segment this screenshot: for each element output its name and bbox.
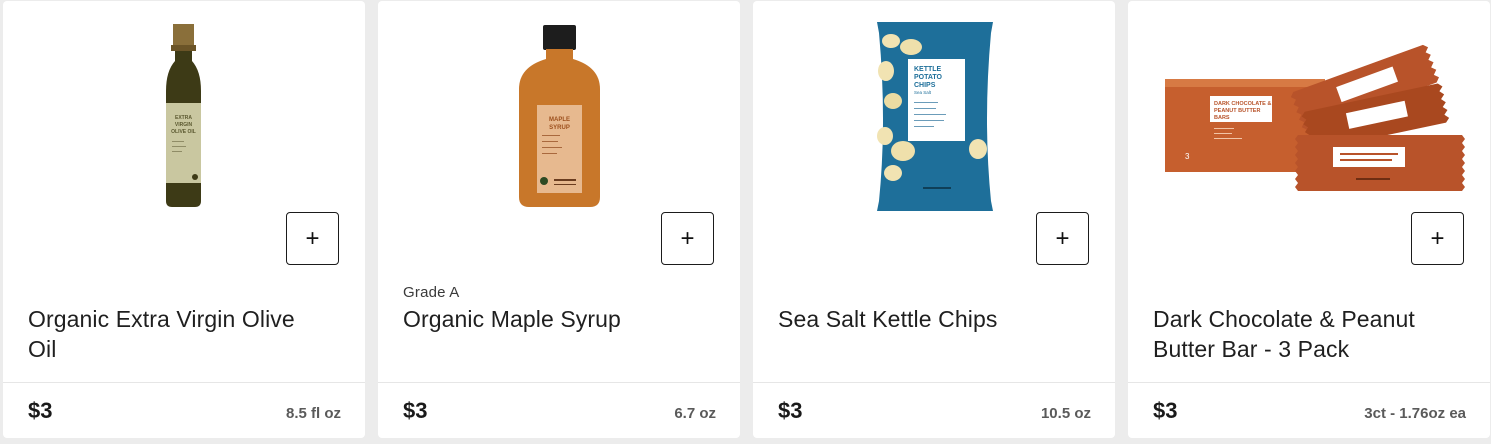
bar-label-line-1: DARK CHOCOLATE &: [1214, 101, 1271, 107]
product-card[interactable]: EXTRA VIRGIN OLIVE OIL + Organic Extra V…: [3, 1, 365, 438]
product-image[interactable]: MAPLE SYRUP: [378, 1, 740, 226]
product-price: $3: [28, 398, 53, 423]
card-divider: [378, 382, 740, 383]
chips-bag-icon: KETTLE POTATO CHIPS Sea Salt: [877, 22, 993, 211]
product-image[interactable]: EXTRA VIRGIN OLIVE OIL: [3, 1, 365, 226]
product-grid: EXTRA VIRGIN OLIVE OIL + Organic Extra V…: [3, 1, 1490, 438]
product-name[interactable]: Dark Chocolate & Peanut Butter Bar - 3 P…: [1153, 304, 1453, 364]
chips-label-line-1: KETTLE: [914, 66, 942, 73]
snack-bar-box-icon: DARK CHOCOLATE & PEANUT BUTTER BARS 3: [1165, 44, 1465, 191]
add-to-cart-button[interactable]: +: [1036, 212, 1089, 265]
product-image[interactable]: KETTLE POTATO CHIPS Sea Salt: [753, 1, 1115, 226]
card-divider: [3, 382, 365, 383]
card-divider: [753, 382, 1115, 383]
product-name[interactable]: Sea Salt Kettle Chips: [778, 304, 1078, 334]
product-size: 3ct - 1.76oz ea: [1364, 405, 1466, 422]
product-name[interactable]: Organic Maple Syrup: [403, 304, 703, 334]
box-count-label: 3: [1185, 152, 1190, 161]
product-image[interactable]: DARK CHOCOLATE & PEANUT BUTTER BARS 3: [1128, 1, 1490, 226]
maple-syrup-bottle-icon: MAPLE SYRUP: [519, 25, 600, 207]
maple-label-line-1: MAPLE: [549, 117, 570, 123]
olive-label-line-2: VIRGIN: [175, 122, 193, 128]
product-size: 8.5 fl oz: [285, 405, 341, 422]
product-size: 6.7 oz: [674, 405, 716, 422]
product-size: 10.5 oz: [1040, 405, 1091, 422]
bar-label-line-3: BARS: [1214, 115, 1230, 121]
olive-label-line-1: EXTRA: [175, 115, 192, 121]
product-price: $3: [403, 398, 428, 423]
add-to-cart-button[interactable]: +: [286, 212, 339, 265]
card-divider: [1128, 382, 1490, 383]
product-price: $3: [1153, 398, 1178, 423]
chips-label-line-3: CHIPS: [914, 82, 936, 89]
product-card[interactable]: KETTLE POTATO CHIPS Sea Salt + Sea Salt …: [753, 1, 1115, 438]
chips-label-line-2: POTATO: [914, 74, 943, 81]
product-card[interactable]: DARK CHOCOLATE & PEANUT BUTTER BARS 3 + …: [1128, 1, 1490, 438]
product-card[interactable]: MAPLE SYRUP + Grade A Organic Maple Syru…: [378, 1, 740, 438]
product-name[interactable]: Organic Extra Virgin Olive Oil: [28, 304, 328, 364]
product-price: $3: [778, 398, 803, 423]
bar-label-line-2: PEANUT BUTTER: [1214, 108, 1260, 114]
add-to-cart-button[interactable]: +: [1411, 212, 1464, 265]
add-to-cart-button[interactable]: +: [661, 212, 714, 265]
olive-label-line-3: OLIVE OIL: [171, 129, 196, 135]
maple-label-line-2: SYRUP: [549, 125, 570, 131]
product-subtitle: Grade A: [403, 284, 460, 301]
olive-oil-bottle-icon: EXTRA VIRGIN OLIVE OIL: [166, 24, 201, 207]
chips-label-line-4: Sea Salt: [914, 90, 932, 95]
